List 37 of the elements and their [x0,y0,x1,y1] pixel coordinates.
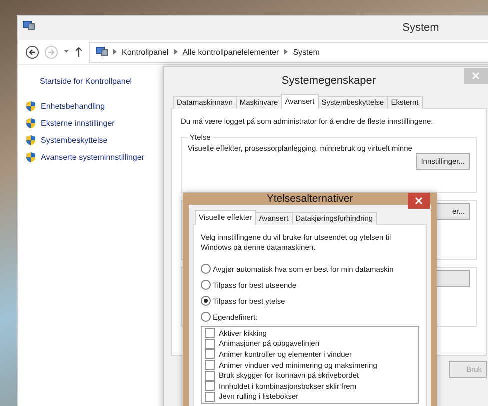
back-icon[interactable] [26,46,39,58]
computer-icon [96,47,108,57]
window-title: System [402,22,440,34]
breadcrumb[interactable]: System [293,48,320,56]
close-button[interactable] [408,193,430,209]
checkbox[interactable] [205,338,215,349]
checkbox[interactable] [205,392,215,402]
close-icon[interactable] [415,197,423,205]
breadcrumb[interactable]: Kontrollpanel [122,48,169,56]
chevron-icon [174,49,178,55]
breadcrumb[interactable]: Alle kontrollpanelelementer [182,48,280,56]
checkbox[interactable] [205,360,215,370]
shield-icon [26,152,36,162]
sidebar-link[interactable]: Enhetsbehandling [26,100,172,112]
sidebar-link[interactable]: Systembeskyttelse [26,134,172,146]
checkbox[interactable] [205,381,215,392]
checkbox[interactable] [205,370,215,381]
address-field[interactable]: Kontrollpanel Alle kontrollpanelelementer System [89,42,488,62]
shield-icon [26,100,36,112]
radio-button[interactable] [201,264,211,274]
chevron-icon [284,49,288,55]
radio-button[interactable] [201,280,211,290]
radio-button[interactable] [201,312,211,322]
caret-icon[interactable] [64,50,69,54]
checkbox[interactable] [205,349,215,360]
up-arrow-icon[interactable] [75,47,83,57]
dialog-title: Ytelsesalternativer [266,193,354,205]
radio-button[interactable] [201,296,211,306]
forward-icon[interactable] [45,46,58,58]
dialog-title: Systemegenskaper [282,74,376,86]
chevron-icon [113,49,117,55]
sidebar-link[interactable]: Avanserte systeminnstillinger [26,151,172,163]
shield-icon [26,134,36,146]
shield-icon [26,118,36,128]
computer-icon [23,21,35,31]
checkbox[interactable] [205,328,215,338]
sidebar-link[interactable]: Eksterne innstillinger [26,117,172,129]
